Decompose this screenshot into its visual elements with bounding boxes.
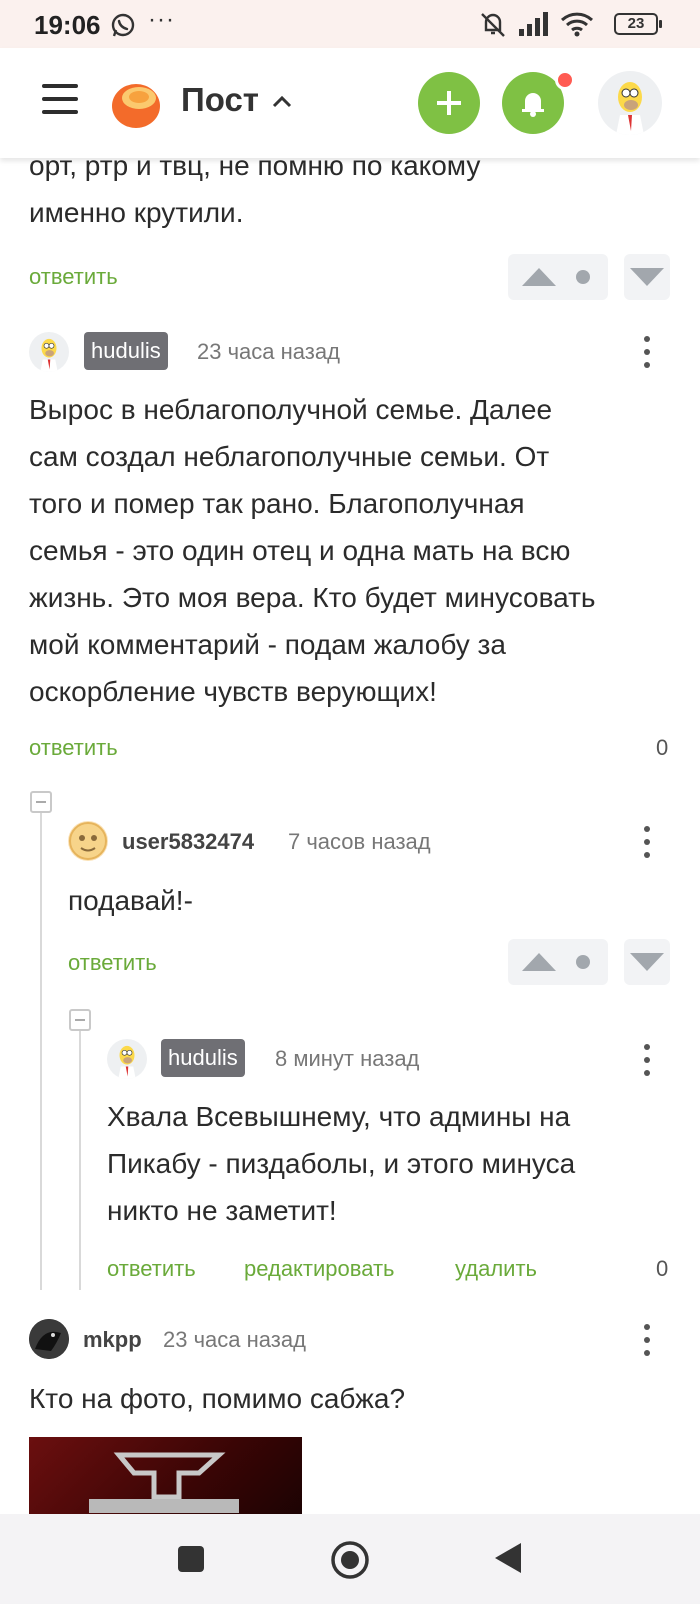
- comment-text-line: Хвала Всевышнему, что админы на: [107, 1101, 571, 1132]
- notification-badge: [555, 70, 575, 90]
- pikabu-logo[interactable]: [108, 76, 162, 130]
- collapse-thread-button[interactable]: [30, 791, 52, 813]
- downvote-button[interactable]: [624, 939, 670, 985]
- more-options-icon[interactable]: [644, 336, 652, 375]
- homer-avatar-icon: [118, 1045, 136, 1079]
- bell-muted-icon: [481, 13, 505, 37]
- chevron-up-icon[interactable]: [272, 94, 292, 108]
- comment-text-line: именно крутили.: [29, 197, 244, 228]
- menu-icon[interactable]: [42, 84, 78, 116]
- plus-icon: [437, 91, 461, 115]
- upvote-icon[interactable]: [522, 953, 556, 971]
- comment-text-line: Вырос в неблагополучной семье. Далее: [29, 394, 553, 425]
- wifi-icon: [560, 12, 594, 37]
- recent-apps-icon[interactable]: [177, 1545, 205, 1573]
- more-notifications-icon: ···: [148, 6, 175, 33]
- reply-button[interactable]: ответить: [29, 264, 118, 290]
- upvote-icon[interactable]: [522, 268, 556, 286]
- whatsapp-icon: [111, 13, 135, 37]
- battery-level: 23: [627, 15, 645, 32]
- avatar[interactable]: [107, 1039, 147, 1079]
- gladiators-logo-image: [89, 1452, 239, 1513]
- status-bar: 19:06 ··· 23: [0, 0, 700, 48]
- username[interactable]: mkpp: [83, 1327, 142, 1353]
- comment-text-line: Пикабу - пиздаболы, и этого минуса: [107, 1148, 576, 1179]
- vote-box: [508, 254, 608, 300]
- comment-time: 23 часа назад: [163, 1327, 306, 1352]
- system-nav-bar: [0, 1514, 700, 1604]
- signal-icon: [519, 12, 548, 36]
- user-avatar-icon: [29, 1319, 69, 1359]
- user-avatar[interactable]: [598, 71, 662, 135]
- comment-text-line: жизнь. Это моя вера. Кто будет минусоват…: [29, 582, 596, 613]
- homer-avatar-icon: [40, 338, 58, 372]
- downvote-icon: [630, 268, 664, 286]
- comment-text-line: того и помер так рано. Благополучная: [29, 488, 525, 519]
- more-options-icon[interactable]: [644, 1044, 652, 1083]
- comment-text-line: семья - это один отец и одна мать на всю: [29, 535, 571, 566]
- delete-button[interactable]: удалить: [455, 1256, 537, 1282]
- homer-avatar-icon: [616, 82, 644, 135]
- comment-time: 7 часов назад: [288, 829, 431, 854]
- comment-text-line: оскорбление чувств верующих!: [29, 676, 437, 707]
- back-icon[interactable]: [493, 1541, 523, 1575]
- comment-text-line: мой комментарий - подам жалобу за: [29, 629, 506, 660]
- comment-text: Кто на фото, помимо сабжа?: [29, 1383, 406, 1414]
- avatar[interactable]: [29, 1319, 69, 1359]
- home-icon[interactable]: [330, 1540, 370, 1580]
- reply-button[interactable]: ответить: [29, 735, 118, 761]
- downvote-icon: [630, 953, 664, 971]
- comment-time: 8 минут назад: [275, 1046, 420, 1071]
- more-options-icon[interactable]: [644, 1324, 652, 1363]
- comment-text-line: сам создал неблагополучные семьи. От: [29, 441, 550, 472]
- comment-photo[interactable]: [29, 1437, 302, 1517]
- battery-icon: 23: [614, 13, 662, 35]
- thread-line: [40, 812, 42, 1290]
- vote-box: [508, 939, 608, 985]
- username-badge[interactable]: hudulis: [84, 332, 168, 370]
- status-time: 19:06: [34, 10, 101, 40]
- app-header: Пост: [0, 48, 700, 158]
- downvote-button[interactable]: [624, 254, 670, 300]
- comment-rating: 0: [656, 1256, 669, 1281]
- thread-line: [79, 1029, 81, 1290]
- vote-dot: [576, 955, 590, 969]
- username[interactable]: user5832474: [122, 829, 254, 855]
- avatar[interactable]: [29, 332, 69, 372]
- edit-button[interactable]: редактировать: [244, 1256, 395, 1282]
- comment-text-line: никто не заметит!: [107, 1195, 337, 1226]
- collapse-thread-button[interactable]: [69, 1009, 91, 1031]
- more-options-icon[interactable]: [644, 826, 652, 865]
- avatar[interactable]: [68, 821, 108, 861]
- comment-text: подавай!-: [68, 885, 193, 916]
- comment-time: 23 часа назад: [197, 339, 340, 364]
- vote-dot: [576, 270, 590, 284]
- add-post-button[interactable]: [418, 72, 480, 134]
- bell-icon: [522, 93, 544, 117]
- reply-button[interactable]: ответить: [68, 950, 157, 976]
- reply-button[interactable]: ответить: [107, 1256, 196, 1282]
- user-avatar-icon: [69, 822, 107, 860]
- username-badge[interactable]: hudulis: [161, 1039, 245, 1077]
- comment-rating: 0: [656, 735, 669, 760]
- page-title[interactable]: Пост: [181, 81, 259, 119]
